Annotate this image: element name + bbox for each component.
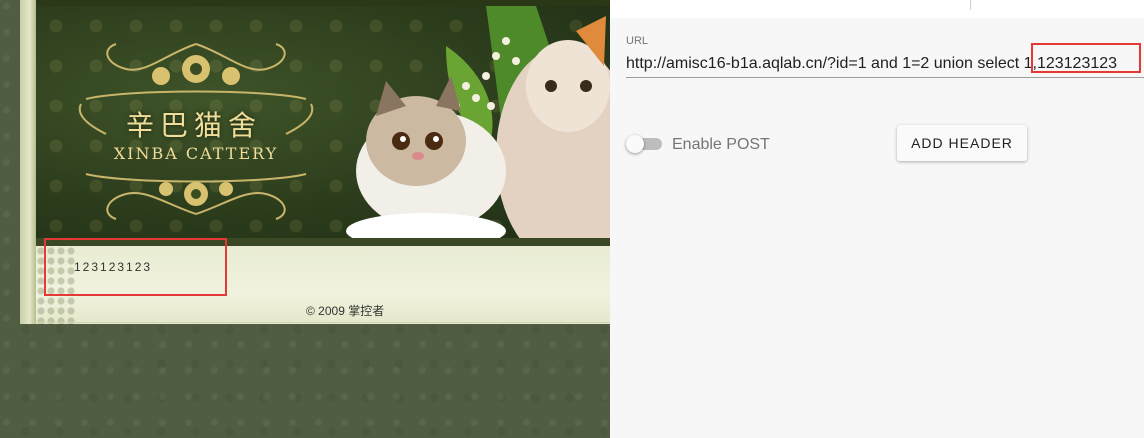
page-edge-strip <box>20 0 36 324</box>
url-label: URL <box>626 35 649 47</box>
cats-photo <box>346 6 610 238</box>
site-footer-copyright: © 2009 掌控者 <box>306 304 385 318</box>
site-banner: 辛巴猫舍 XINBA CATTERY <box>36 0 610 238</box>
enable-post-toggle[interactable] <box>626 135 664 153</box>
footer-divider <box>36 322 610 323</box>
injection-output-text: 123123123 <box>74 260 153 274</box>
website-view: 辛巴猫舍 XINBA CATTERY 123123123 © 2009 掌控者 <box>0 0 610 438</box>
panel-top-bar <box>610 0 1144 18</box>
add-header-button[interactable]: ADD HEADER <box>897 125 1027 161</box>
url-input[interactable] <box>626 50 1144 78</box>
site-content: 123123123 © 2009 掌控者 <box>36 238 610 324</box>
enable-post-label: Enable POST <box>672 136 770 153</box>
hackbar-panel: URL Enable POST ADD HEADER <box>610 0 1144 438</box>
logo-english-title: XINBA CATTERY <box>113 144 279 163</box>
logo-chinese-title: 辛巴猫舍 <box>125 109 262 142</box>
corner-decoration <box>36 246 76 324</box>
toggle-thumb <box>626 135 644 153</box>
panel-divider <box>970 0 971 10</box>
